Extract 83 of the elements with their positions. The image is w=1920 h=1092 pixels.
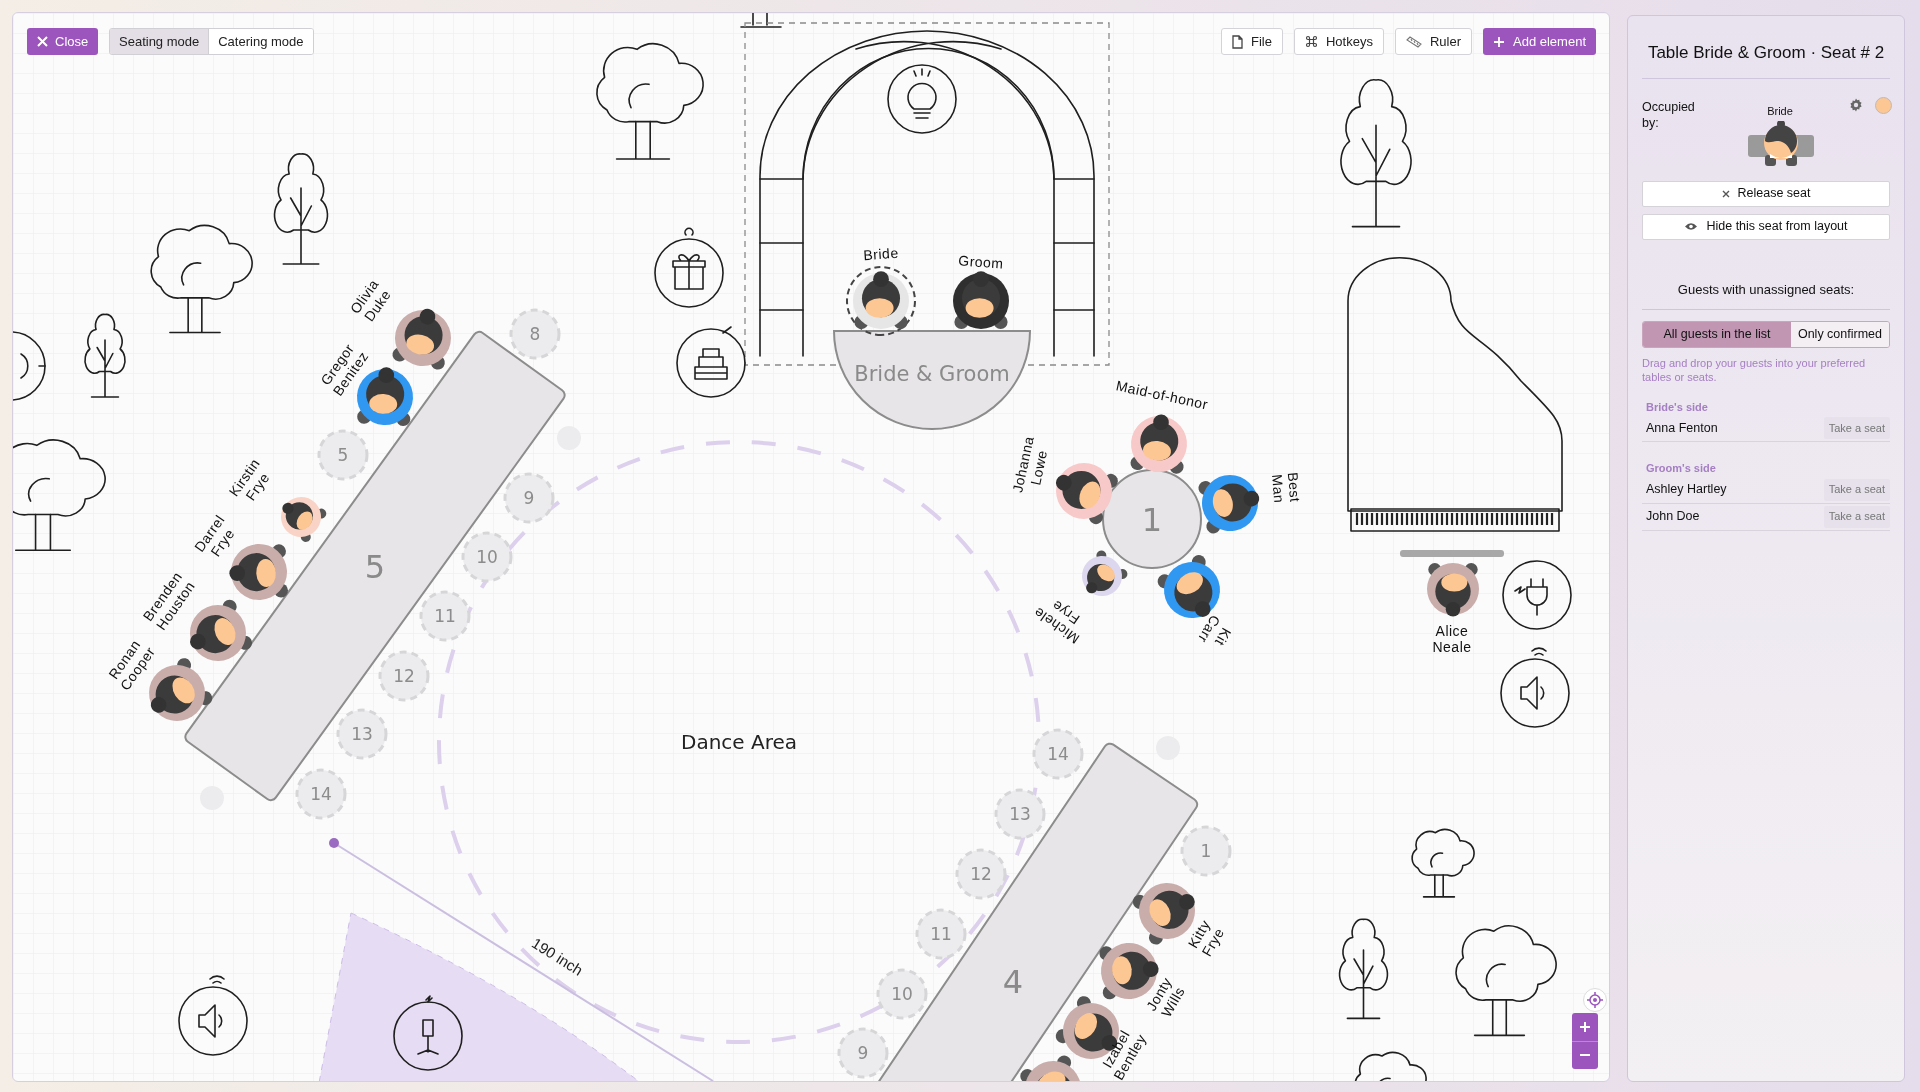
command-key-icon (1304, 35, 1318, 48)
guest-figure[interactable] (281, 497, 327, 542)
eye-icon (1684, 222, 1699, 231)
close-button[interactable]: Close (27, 28, 99, 55)
seated-guest-icon (1748, 120, 1814, 167)
guest-name: Groom (956, 251, 1006, 273)
settings-icon[interactable] (1849, 97, 1863, 112)
file-icon (1232, 34, 1243, 49)
empty-seat[interactable]: 1 (1180, 825, 1232, 877)
empty-seat[interactable]: 14 (1032, 728, 1084, 780)
empty-seat[interactable]: 10 (876, 968, 928, 1020)
guest-figure[interactable] (1020, 1055, 1081, 1081)
cake-icon[interactable] (676, 326, 746, 398)
speaker-icon[interactable] (1500, 647, 1570, 728)
empty-seat[interactable]: 9 (837, 1027, 889, 1079)
filter-tab[interactable]: Only confirmed (1790, 322, 1889, 347)
guest-name: Anna Fenton (1646, 419, 1718, 437)
guest-name: Bride (861, 243, 901, 265)
crosshair-icon (1587, 992, 1603, 1008)
empty-seat[interactable]: 8 (509, 308, 561, 360)
empty-seat[interactable]: 5 (317, 429, 369, 481)
add-button[interactable]: Add element (1483, 28, 1596, 55)
filter-tab[interactable]: All guests in the list (1643, 322, 1791, 347)
lightbulb-icon[interactable] (887, 64, 957, 134)
guest-figure[interactable] (1055, 463, 1118, 525)
guest-name: Johanna Lowe (1008, 433, 1052, 496)
guest-figure[interactable] (1082, 550, 1128, 596)
guest-name: Best Man (1268, 470, 1304, 506)
empty-seat[interactable]: 10 (461, 531, 513, 583)
speaker-icon[interactable] (178, 975, 248, 1056)
guest-figure[interactable] (1427, 563, 1479, 617)
empty-seat[interactable]: 13 (994, 788, 1046, 840)
take-seat-button[interactable]: Take a seat (1823, 505, 1890, 528)
mode-tab[interactable]: Catering mode (208, 29, 313, 54)
mode-tab[interactable]: Seating mode (110, 29, 209, 54)
zoom-out-button[interactable] (1572, 1040, 1598, 1069)
tree-drawing (740, 13, 782, 28)
file-button[interactable]: File (1221, 28, 1283, 55)
section-title: Guests with unassigned seats: (1642, 279, 1890, 310)
empty-seat[interactable]: 11 (419, 590, 471, 642)
occupied-label: Occupied by: (1642, 98, 1696, 131)
lightbulb-icon[interactable] (13, 331, 46, 401)
close-icon (37, 36, 48, 47)
guest-figure[interactable] (1157, 555, 1220, 618)
table[interactable]: Bride & Groom (833, 330, 1031, 430)
plug-icon[interactable] (1502, 560, 1572, 630)
microphone-icon[interactable] (393, 995, 463, 1071)
plus-icon (1493, 35, 1505, 48)
table[interactable]: 1 (1102, 469, 1202, 569)
guest-figure[interactable] (392, 308, 451, 370)
guest-figure[interactable] (953, 271, 1009, 329)
ruler-label: 190 inch (527, 933, 587, 981)
ruler-icon (1405, 35, 1422, 48)
guest-figure[interactable] (1130, 414, 1187, 474)
guest-name: Alice Neale (1431, 622, 1473, 656)
group-title: Bride's side (1645, 399, 1709, 415)
ruler-button[interactable]: Ruler (1394, 28, 1472, 55)
take-seat-button[interactable]: Take a seat (1823, 417, 1890, 439)
guest-figure[interactable] (1198, 475, 1260, 534)
area-label: Dance Area (681, 729, 797, 756)
hint-text: Drag and drop your guests into your preferred tables or seats. (1642, 357, 1867, 385)
color-swatch[interactable] (1875, 96, 1892, 114)
plus-icon (1580, 1021, 1590, 1032)
empty-seat[interactable]: 12 (378, 650, 430, 702)
group-title: Groom's side (1645, 461, 1717, 476)
panel-title: Table Bride & Groom · Seat # 2 (1642, 16, 1890, 79)
empty-seat[interactable]: 9 (503, 472, 555, 524)
empty-seat[interactable]: 14 (295, 768, 347, 820)
close-icon (1721, 189, 1730, 198)
occupant-name: Bride (1766, 103, 1794, 119)
guest-figure[interactable] (846, 266, 916, 336)
empty-seat[interactable]: 12 (955, 848, 1007, 900)
take-seat-button[interactable]: Take a seat (1823, 478, 1890, 501)
hotkeys-button[interactable]: Hotkeys (1293, 28, 1384, 55)
guest-name: Ashley Hartley (1646, 481, 1727, 499)
zoom-in-button[interactable] (1572, 1013, 1598, 1041)
tree-drawing (1411, 828, 1475, 898)
hide-button[interactable]: Hide this seat from layout (1642, 213, 1890, 240)
empty-seat[interactable]: 13 (336, 708, 388, 760)
release-button[interactable]: Release seat (1642, 180, 1890, 207)
gift-icon[interactable] (654, 227, 724, 308)
guest-name: John Doe (1646, 508, 1700, 526)
empty-seat[interactable]: 11 (915, 908, 967, 960)
